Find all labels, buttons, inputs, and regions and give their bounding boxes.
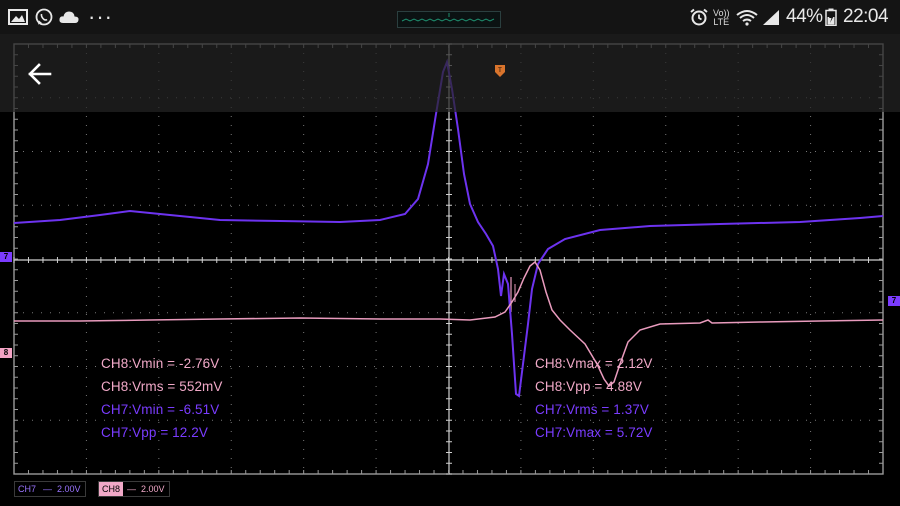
- ch8-volts-per-div: 2.00V: [141, 484, 165, 494]
- ch8-coupling-icon: —: [127, 484, 137, 494]
- measurement-ch8-vmax: CH8:Vmax = 2.12V: [535, 356, 653, 371]
- measurement-ch8-vpp: CH8:Vpp = 4.88V: [535, 379, 642, 394]
- volte-icon: Vo)) LTE: [713, 8, 730, 27]
- measurement-ch7-vmax: CH7:Vmax = 5.72V: [535, 425, 653, 440]
- ch8-tag: CH8: [99, 482, 124, 496]
- svg-text:T: T: [498, 68, 502, 74]
- signal-icon: [763, 10, 779, 25]
- ch7-volts-per-div: 2.00V: [57, 484, 81, 494]
- ch8-offset-marker[interactable]: 8: [0, 348, 12, 358]
- measurement-ch8-vmin: CH8:Vmin = -2.76V: [101, 356, 220, 371]
- image-icon: [8, 9, 28, 25]
- status-bar: ··· Vo)) LTE 44% 22:04: [0, 0, 900, 34]
- whatsapp-icon: [35, 8, 53, 26]
- measurement-ch7-vrms: CH7:Vrms = 1.37V: [535, 402, 650, 417]
- battery-icon: [825, 8, 837, 26]
- battery-percent: 44%: [786, 6, 823, 27]
- ch7-tag: CH7: [18, 484, 37, 494]
- wifi-icon: [736, 10, 758, 26]
- alarm-icon: [690, 8, 708, 26]
- measurement-ch8-vrms: CH8:Vrms = 552mV: [101, 379, 223, 394]
- trigger-position-marker[interactable]: T: [494, 65, 506, 77]
- ch7-coupling-icon: —: [43, 484, 53, 494]
- ch7-offset-marker[interactable]: 7: [0, 252, 12, 262]
- app-top-bar: [0, 34, 900, 112]
- measurement-ch7-vpp: CH7:Vpp = 12.2V: [101, 425, 208, 440]
- cloud-icon: [59, 11, 79, 23]
- arrow-left-icon[interactable]: [22, 56, 58, 92]
- ch8-scale-badge[interactable]: CH8— 2.00V: [98, 481, 170, 497]
- measurement-ch7-vmin: CH7:Vmin = -6.51V: [101, 402, 220, 417]
- clock-time: 22:04: [843, 6, 889, 27]
- overflow-dots-icon: ···: [88, 4, 113, 29]
- ch7-scale-badge[interactable]: CH7 — 2.00V: [14, 481, 86, 497]
- ch7-trigger-level-marker[interactable]: 7: [888, 296, 900, 306]
- notification-ticker: [397, 11, 501, 28]
